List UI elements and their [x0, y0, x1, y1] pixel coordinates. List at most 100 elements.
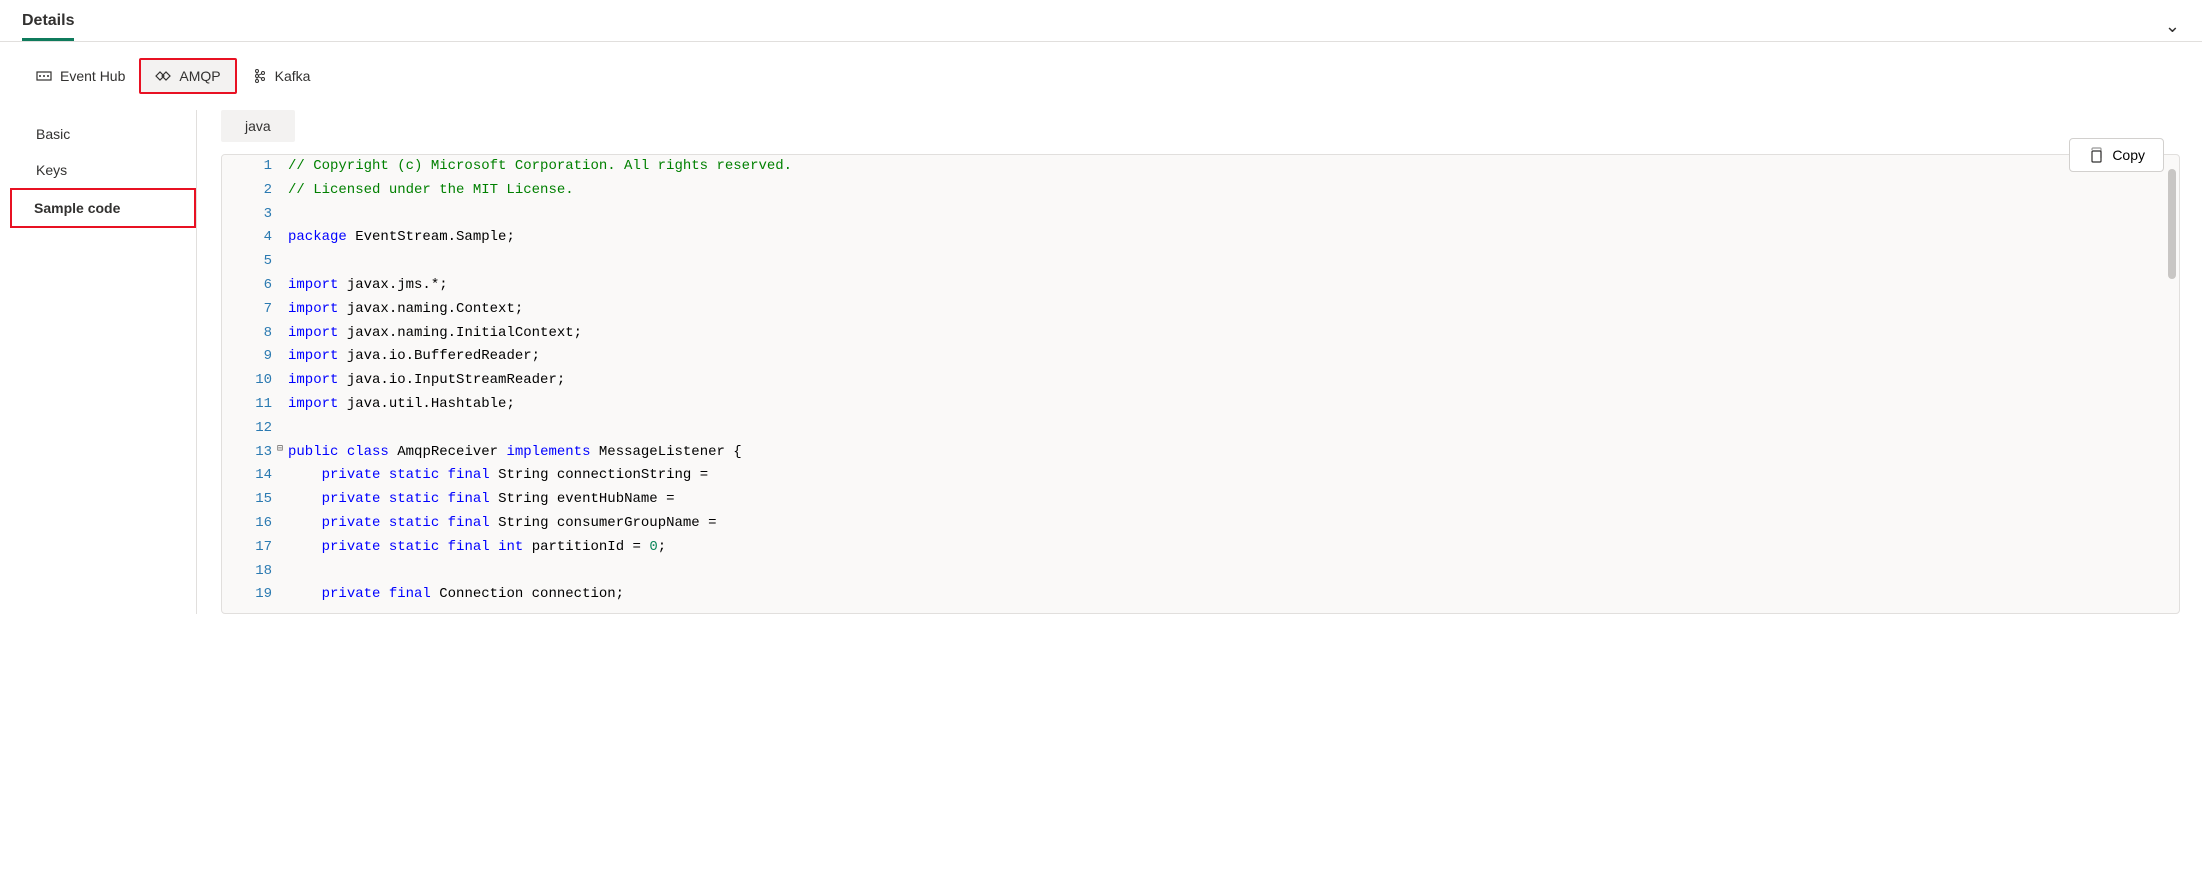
code-content — [288, 203, 2179, 227]
code-line: 9import java.io.BufferedReader; — [222, 345, 2179, 369]
code-line: 17 private static final int partitionId … — [222, 536, 2179, 560]
sidebar-item-sample-code[interactable]: Sample code — [10, 188, 196, 228]
line-number: 1 — [222, 155, 272, 179]
tab-amqp[interactable]: AMQP — [139, 58, 236, 94]
line-number: 13 — [222, 441, 272, 465]
fold-toggle-icon — [272, 179, 288, 203]
line-number: 5 — [222, 250, 272, 274]
code-content: import java.util.Hashtable; — [288, 393, 2179, 417]
code-line: 10 import java.io.InputStreamReader; — [222, 369, 2179, 393]
code-content — [288, 560, 2179, 584]
amqp-icon — [155, 68, 171, 84]
line-number: 9 — [222, 345, 272, 369]
code-content: private final Connection connection; — [288, 583, 2179, 607]
fold-toggle-icon — [272, 560, 288, 584]
code-content: // Copyright (c) Microsoft Corporation. … — [288, 155, 2179, 179]
code-content: import javax.jms.*; — [288, 274, 2179, 298]
tab-eventhub[interactable]: Event Hub — [22, 58, 139, 94]
code-content: // Licensed under the MIT License. — [288, 179, 2179, 203]
scrollbar[interactable] — [2168, 169, 2176, 279]
tab-kafka[interactable]: Kafka — [237, 58, 325, 94]
code-line: 4 package EventStream.Sample; — [222, 226, 2179, 250]
code-content: import javax.naming.InitialContext; — [288, 322, 2179, 346]
line-number: 14 — [222, 464, 272, 488]
line-number: 7 — [222, 298, 272, 322]
code-line: 16 private static final String consumerG… — [222, 512, 2179, 536]
line-number: 6 — [222, 274, 272, 298]
code-editor[interactable]: 1 // Copyright (c) Microsoft Corporation.… — [221, 154, 2180, 614]
code-line: 14 private static final String connectio… — [222, 464, 2179, 488]
code-content: import java.io.InputStreamReader; — [288, 369, 2179, 393]
sidebar: Basic Keys Sample code — [22, 110, 197, 614]
fold-toggle-icon — [272, 345, 288, 369]
code-line: 2 // Licensed under the MIT License. — [222, 179, 2179, 203]
sidebar-item-label: Sample code — [34, 200, 120, 216]
line-number: 19 — [222, 583, 272, 607]
kafka-icon — [251, 68, 267, 84]
copy-button-label: Copy — [2112, 147, 2145, 163]
code-line: 1 // Copyright (c) Microsoft Corporation.… — [222, 155, 2179, 179]
code-line: 15 private static final String eventHubN… — [222, 488, 2179, 512]
fold-toggle-icon — [272, 393, 288, 417]
fold-toggle-icon — [272, 155, 288, 179]
content-wrapper: Basic Keys Sample code java Copy 1 // Cop… — [0, 110, 2202, 614]
fold-toggle-icon — [272, 322, 288, 346]
code-line: 7 import javax.naming.Context; — [222, 298, 2179, 322]
fold-toggle-icon[interactable]: ⊟ — [272, 441, 288, 465]
tab-label: Kafka — [275, 68, 311, 84]
line-number: 15 — [222, 488, 272, 512]
fold-toggle-icon — [272, 536, 288, 560]
code-line: 6 import javax.jms.*; — [222, 274, 2179, 298]
line-number: 11 — [222, 393, 272, 417]
code-line: 12 — [222, 417, 2179, 441]
fold-toggle-icon — [272, 417, 288, 441]
eventhub-icon — [36, 68, 52, 84]
tab-label: AMQP — [179, 68, 220, 84]
fold-toggle-icon — [272, 512, 288, 536]
language-tab-java[interactable]: java — [221, 110, 295, 142]
panel-header: Details ⌄ — [0, 0, 2202, 42]
line-number: 18 — [222, 560, 272, 584]
code-line: 19 private final Connection connection; — [222, 583, 2179, 607]
code-line: 8 import javax.naming.InitialContext; — [222, 322, 2179, 346]
line-number: 16 — [222, 512, 272, 536]
code-line: 13⊟public class AmqpReceiver implements … — [222, 441, 2179, 465]
line-number: 3 — [222, 203, 272, 227]
code-content: private static final int partitionId = 0… — [288, 536, 2179, 560]
sidebar-item-label: Keys — [36, 162, 67, 178]
copy-button[interactable]: Copy — [2069, 138, 2164, 172]
code-line: 5 — [222, 250, 2179, 274]
code-content: private static final String consumerGrou… — [288, 512, 2179, 536]
fold-toggle-icon — [272, 464, 288, 488]
code-content: private static final String eventHubName… — [288, 488, 2179, 512]
line-number: 4 — [222, 226, 272, 250]
line-number: 2 — [222, 179, 272, 203]
protocol-tab-list: Event Hub AMQP Kafka — [0, 42, 2202, 110]
fold-toggle-icon — [272, 226, 288, 250]
code-content — [288, 250, 2179, 274]
fold-toggle-icon — [272, 488, 288, 512]
code-line: 18 — [222, 560, 2179, 584]
scrollbar-thumb[interactable] — [2168, 169, 2176, 279]
code-content: import javax.naming.Context; — [288, 298, 2179, 322]
line-number: 10 — [222, 369, 272, 393]
fold-toggle-icon — [272, 274, 288, 298]
copy-icon — [2088, 147, 2104, 163]
code-line: 11 import java.util.Hashtable; — [222, 393, 2179, 417]
fold-toggle-icon — [272, 203, 288, 227]
chevron-down-icon[interactable]: ⌄ — [2165, 16, 2180, 37]
code-content — [288, 417, 2179, 441]
code-content: package EventStream.Sample; — [288, 226, 2179, 250]
line-number: 12 — [222, 417, 272, 441]
line-number: 8 — [222, 322, 272, 346]
line-number: 17 — [222, 536, 272, 560]
sidebar-item-basic[interactable]: Basic — [22, 116, 196, 152]
sidebar-item-label: Basic — [36, 126, 70, 142]
fold-toggle-icon — [272, 369, 288, 393]
fold-toggle-icon — [272, 298, 288, 322]
main-content: java Copy 1 // Copyright (c) Microsoft Co… — [197, 110, 2180, 614]
code-line: 3 — [222, 203, 2179, 227]
sidebar-item-keys[interactable]: Keys — [22, 152, 196, 188]
fold-toggle-icon — [272, 250, 288, 274]
fold-toggle-icon — [272, 583, 288, 607]
